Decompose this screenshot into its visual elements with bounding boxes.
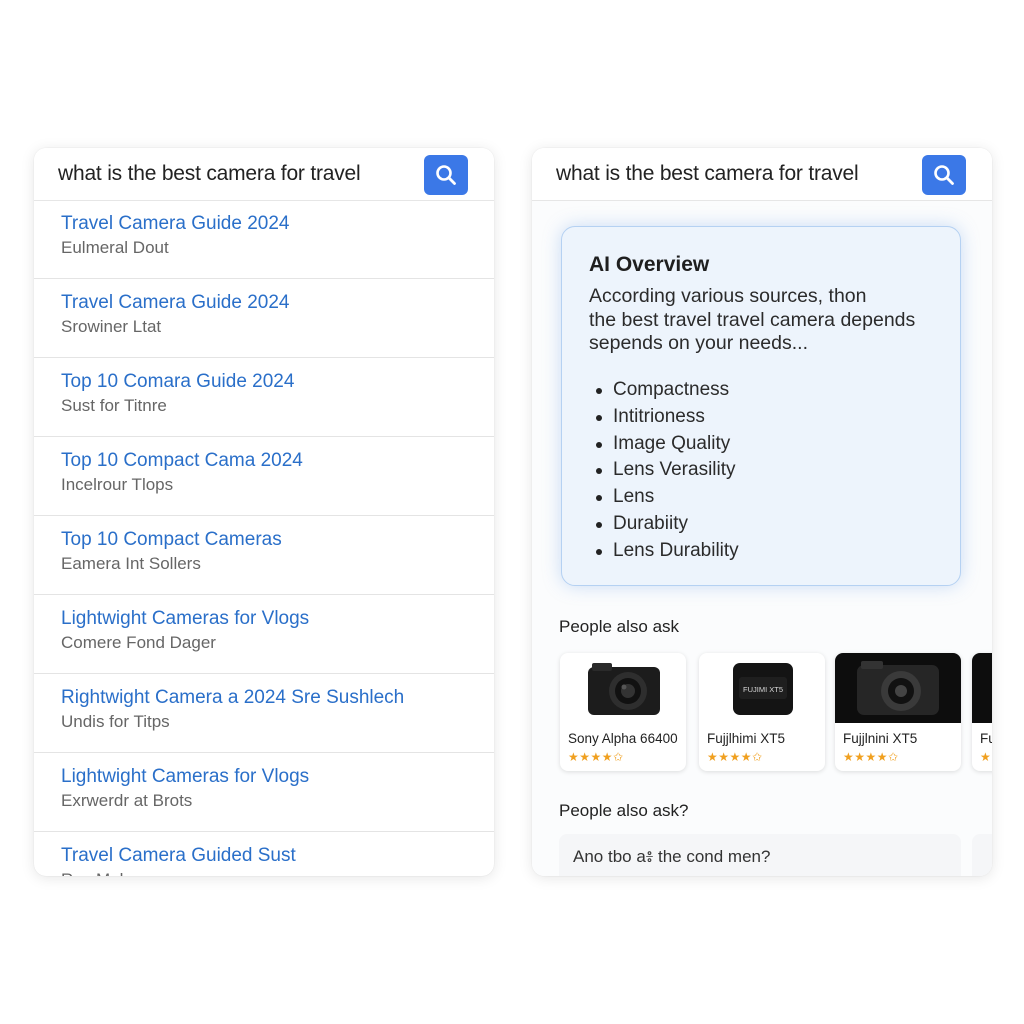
product-rating-stars: ★★★★✩	[843, 750, 899, 764]
result-item[interactable]: Lightwight Cameras for Vlogs Exrwerdr at …	[34, 753, 494, 832]
result-item[interactable]: Lightwight Cameras for Vlogs Comere Fond …	[34, 595, 494, 674]
result-item[interactable]: Travel Camera Guide 2024 Srowiner Ltat	[34, 279, 494, 358]
question-item[interactable]: Ano tbo a៖ the cond men?	[559, 834, 961, 876]
result-title-link[interactable]: Lightwight Cameras for Vlogs	[61, 766, 309, 788]
result-item[interactable]: Travel Camera Guided Sust Ruc Mobepessr	[34, 832, 494, 876]
result-snippet: Eamera Int Sollers	[61, 554, 201, 573]
camera-icon	[972, 653, 992, 723]
result-snippet: Sust for Titnre	[61, 396, 167, 415]
result-snippet: Exrwerdr at Brots	[61, 791, 193, 810]
ai-overview-bullet: Image Quality	[596, 431, 739, 458]
camera-body-label: FUJIMI XT5	[743, 685, 783, 694]
search-button[interactable]	[922, 155, 966, 195]
result-snippet: Ruc Mobepessr	[61, 870, 180, 876]
ai-overview-bullet: Intitrioness	[596, 404, 739, 431]
result-snippet: Srowiner Ltat	[61, 317, 162, 336]
search-input[interactable]: what is the best camera for travel	[556, 162, 859, 186]
ai-overview-card: AI Overview According various sources, t…	[561, 226, 961, 586]
ai-overview-bullet: Lens Verasility	[596, 457, 739, 484]
search-input[interactable]: what is the best camera for travel	[58, 162, 361, 186]
product-card[interactable]: Sony Alpha 66400 ★★★★✩	[560, 653, 686, 771]
product-name: Fu	[980, 731, 992, 746]
camera-icon: FUJIMI XT5	[733, 663, 793, 715]
result-list: Travel Camera Guide 2024 Eulmeral Dout Tra…	[34, 200, 494, 876]
search-results-panel: what is the best camera for travel Trave…	[34, 148, 494, 876]
result-title-link[interactable]: Travel Camera Guide 2024	[61, 292, 289, 314]
result-item[interactable]: Rightwight Camera a 2024 Sre Sushlech Und…	[34, 674, 494, 753]
ai-overview-text: According various sources, thon	[589, 285, 867, 307]
result-snippet: Comere Fond Dager	[61, 633, 216, 652]
ai-overview-bullet: Compactness	[596, 377, 739, 404]
camera-icon	[835, 653, 961, 723]
product-card[interactable]: Fujjlnini XT5 ★★★★✩	[835, 653, 961, 771]
result-item[interactable]: Travel Camera Guide 2024 Eulmeral Dout	[34, 200, 494, 279]
result-snippet: Eulmeral Dout	[61, 238, 169, 257]
result-title-link[interactable]: Lightwight Cameras for Vlogs	[61, 608, 309, 630]
product-rating-stars: ★★★★✩	[568, 750, 624, 764]
people-also-ask-heading: People also ask	[559, 617, 680, 636]
result-item[interactable]: Top 10 Comara Guide 2024 Sust for Titnre	[34, 358, 494, 437]
ai-overview-panel: what is the best camera for travel AI Ov…	[532, 148, 992, 876]
ai-overview-text: sepends on your needs...	[589, 332, 808, 354]
product-name: Fujjlnini XT5	[843, 731, 918, 746]
ai-overview-bullet-list: Compactness Intitrioness Image Quality Lens…	[596, 377, 739, 565]
result-title-link[interactable]: Travel Camera Guided Sust	[61, 845, 296, 867]
result-item[interactable]: Top 10 Compact Cama 2024 Incelrour Tlops	[34, 437, 494, 516]
result-title-link[interactable]: Top 10 Comara Guide 2024	[61, 371, 294, 393]
ai-overview-bullet: Lens Durability	[596, 538, 739, 565]
people-also-ask-heading: People also ask?	[559, 801, 689, 820]
product-card[interactable]: FUJIMI XT5 Fujjlhimi XT5 ★★★★✩	[699, 653, 825, 771]
product-carousel[interactable]: Sony Alpha 66400 ★★★★✩ FUJIMI XT5 Fujjlh…	[560, 653, 992, 777]
question-text: Ano tbo a៖ the cond men?	[573, 847, 771, 866]
result-title-link[interactable]: Rightwight Camera a 2024 Sre Sushlech	[61, 687, 404, 709]
right-panel-body: AI Overview According various sources, t…	[532, 201, 992, 876]
result-title-link[interactable]: Top 10 Compact Cama 2024	[61, 450, 303, 472]
search-bar[interactable]: what is the best camera for travel	[34, 148, 494, 201]
search-bar[interactable]: what is the best camera for travel	[532, 148, 992, 201]
ai-overview-bullet: Lens	[596, 484, 739, 511]
result-snippet: Undis for Titps	[61, 712, 170, 731]
search-icon	[436, 165, 456, 185]
search-button[interactable]	[424, 155, 468, 195]
result-item[interactable]: Top 10 Compact Cameras Eamera Int Sollers	[34, 516, 494, 595]
result-title-link[interactable]: Travel Camera Guide 2024	[61, 213, 289, 235]
result-title-link[interactable]: Top 10 Compact Cameras	[61, 529, 282, 551]
product-rating-stars: ★★★★✩	[707, 750, 763, 764]
camera-icon	[588, 663, 660, 715]
product-name: Fujjlhimi XT5	[707, 731, 786, 746]
product-name: Sony Alpha 66400	[568, 731, 678, 746]
question-item[interactable]	[972, 834, 992, 876]
product-card[interactable]: Fu ★	[972, 653, 992, 771]
search-icon	[934, 165, 954, 185]
ai-overview-text: the best travel travel camera depends	[589, 309, 916, 331]
ai-overview-title: AI Overview	[589, 253, 710, 276]
ai-overview-bullet: Durabiity	[596, 511, 739, 538]
result-snippet: Incelrour Tlops	[61, 475, 174, 494]
product-rating-stars: ★	[980, 750, 992, 764]
